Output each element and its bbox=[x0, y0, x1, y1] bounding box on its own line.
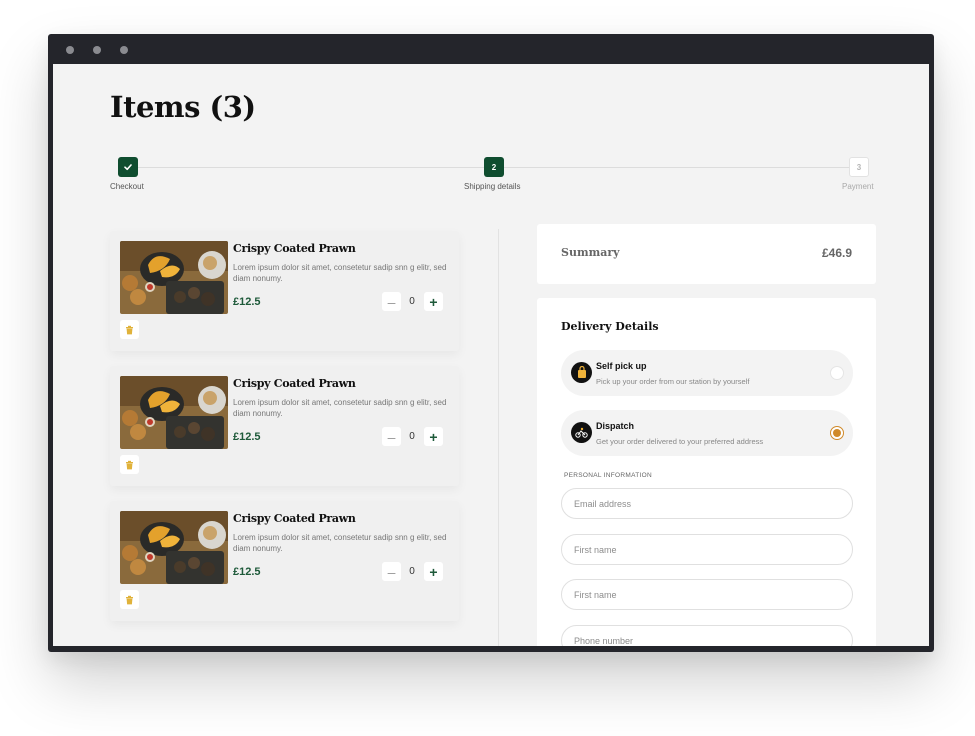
item-name: Crispy Coated Prawn bbox=[233, 377, 356, 390]
page-viewport: Items (3) Checkout 2 Shipping details 3 … bbox=[53, 64, 929, 646]
cart-item: Crispy Coated Prawn Lorem ipsum dolor si… bbox=[110, 366, 459, 486]
first-name-field-2[interactable] bbox=[561, 579, 853, 610]
increase-quantity-button[interactable]: + bbox=[424, 427, 443, 446]
email-field[interactable] bbox=[561, 488, 853, 519]
food-image bbox=[120, 376, 228, 449]
step-checkout-check-icon[interactable] bbox=[118, 157, 138, 177]
window-dot-icon[interactable] bbox=[93, 46, 101, 54]
decrease-quantity-button[interactable]: – bbox=[382, 292, 401, 311]
item-name: Crispy Coated Prawn bbox=[233, 512, 356, 525]
window-dot-icon[interactable] bbox=[120, 46, 128, 54]
trash-icon[interactable] bbox=[120, 590, 139, 609]
trash-icon[interactable] bbox=[120, 455, 139, 474]
browser-window: Items (3) Checkout 2 Shipping details 3 … bbox=[48, 34, 934, 652]
first-name-field[interactable] bbox=[561, 534, 853, 565]
summary-total: £46.9 bbox=[821, 246, 852, 260]
food-image bbox=[120, 241, 228, 314]
radio-self-pickup[interactable] bbox=[830, 366, 844, 380]
item-price: £12.5 bbox=[233, 566, 261, 578]
item-price: £12.5 bbox=[233, 296, 261, 308]
option-subtitle: Get your order delivered to your preferr… bbox=[596, 437, 764, 446]
delivery-card: Delivery Details Self pick up Pick up yo… bbox=[537, 298, 876, 646]
step-label-shipping: Shipping details bbox=[464, 182, 521, 191]
item-price: £12.5 bbox=[233, 431, 261, 443]
decrease-quantity-button[interactable]: – bbox=[382, 427, 401, 446]
option-title: Dispatch bbox=[596, 421, 635, 431]
item-description: Lorem ipsum dolor sit amet, consetetur s… bbox=[233, 398, 447, 418]
item-description: Lorem ipsum dolor sit amet, consetetur s… bbox=[233, 533, 447, 553]
delivery-option-self-pickup[interactable]: Self pick up Pick up your order from our… bbox=[561, 350, 853, 396]
option-title: Self pick up bbox=[596, 361, 647, 371]
page-title: Items (3) bbox=[110, 90, 256, 124]
step-shipping[interactable]: 2 bbox=[484, 157, 504, 177]
delivery-option-dispatch[interactable]: Dispatch Get your order delivered to you… bbox=[561, 410, 853, 456]
step-payment[interactable]: 3 bbox=[849, 157, 869, 177]
quantity-value: 0 bbox=[409, 566, 415, 577]
item-name: Crispy Coated Prawn bbox=[233, 242, 356, 255]
summary-card: Summary £46.9 bbox=[537, 224, 876, 284]
trash-icon[interactable] bbox=[120, 320, 139, 339]
phone-number-field[interactable] bbox=[561, 625, 853, 646]
increase-quantity-button[interactable]: + bbox=[424, 562, 443, 581]
summary-label: Summary bbox=[561, 246, 620, 259]
stepper-line bbox=[504, 167, 849, 168]
stepper-line bbox=[137, 167, 484, 168]
food-image bbox=[120, 511, 228, 584]
item-description: Lorem ipsum dolor sit amet, consetetur s… bbox=[233, 263, 447, 283]
column-divider bbox=[498, 229, 499, 646]
shopping-bag-icon bbox=[571, 362, 592, 383]
option-subtitle: Pick up your order from our station by y… bbox=[596, 377, 750, 386]
window-titlebar bbox=[48, 34, 934, 64]
step-label-checkout: Checkout bbox=[110, 182, 144, 191]
step-label-payment: Payment bbox=[842, 182, 874, 191]
personal-info-label: PERSONAL INFORMATION bbox=[564, 472, 652, 479]
delivery-bike-icon bbox=[571, 422, 592, 443]
delivery-title: Delivery Details bbox=[561, 320, 659, 333]
cart-item: Crispy Coated Prawn Lorem ipsum dolor si… bbox=[110, 231, 459, 351]
radio-dispatch[interactable] bbox=[830, 426, 844, 440]
increase-quantity-button[interactable]: + bbox=[424, 292, 443, 311]
cart-item: Crispy Coated Prawn Lorem ipsum dolor si… bbox=[110, 501, 459, 621]
window-dot-icon[interactable] bbox=[66, 46, 74, 54]
decrease-quantity-button[interactable]: – bbox=[382, 562, 401, 581]
quantity-value: 0 bbox=[409, 431, 415, 442]
quantity-value: 0 bbox=[409, 296, 415, 307]
